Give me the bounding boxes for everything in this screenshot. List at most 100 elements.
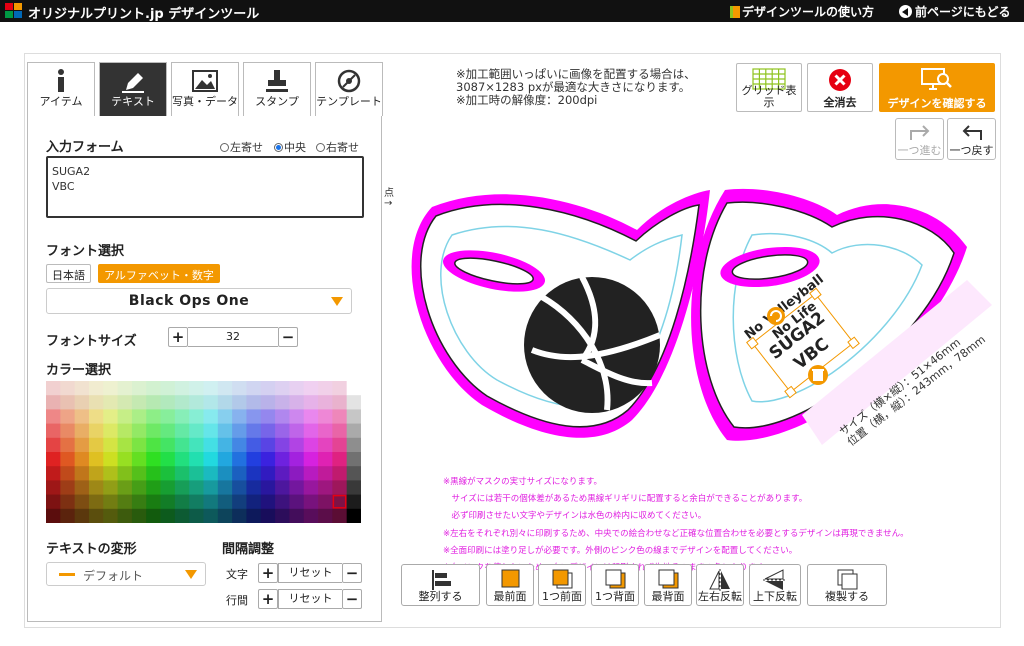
- color-palette[interactable]: [46, 381, 361, 523]
- color-swatch[interactable]: [160, 494, 176, 510]
- color-swatch[interactable]: [174, 395, 190, 410]
- color-swatch[interactable]: [275, 437, 290, 453]
- color-swatch[interactable]: [332, 409, 348, 424]
- color-swatch[interactable]: [117, 423, 133, 439]
- color-swatch[interactable]: [88, 480, 104, 495]
- color-swatch[interactable]: [174, 466, 190, 481]
- color-swatch[interactable]: [60, 452, 76, 467]
- color-swatch[interactable]: [303, 508, 319, 523]
- flip-horizontal-button[interactable]: 左右反転: [696, 564, 744, 606]
- text-transform-dropdown[interactable]: デフォルト: [46, 562, 206, 586]
- color-swatch[interactable]: [203, 409, 219, 424]
- color-swatch[interactable]: [275, 395, 290, 410]
- color-swatch[interactable]: [275, 409, 290, 424]
- color-swatch[interactable]: [88, 409, 104, 424]
- color-swatch[interactable]: [217, 508, 233, 523]
- color-swatch[interactable]: [232, 508, 247, 523]
- color-swatch[interactable]: [131, 452, 147, 467]
- color-swatch[interactable]: [203, 466, 219, 481]
- color-swatch[interactable]: [346, 452, 361, 467]
- color-swatch[interactable]: [303, 423, 319, 439]
- font-size-value[interactable]: 32: [188, 327, 278, 347]
- color-swatch[interactable]: [217, 466, 233, 481]
- color-swatch[interactable]: [260, 494, 276, 510]
- color-swatch[interactable]: [88, 381, 104, 396]
- color-swatch[interactable]: [217, 452, 233, 467]
- color-swatch[interactable]: [174, 437, 190, 453]
- color-swatch[interactable]: [289, 395, 305, 410]
- clear-all-button[interactable]: 全消去: [807, 63, 873, 112]
- color-swatch[interactable]: [117, 452, 133, 467]
- color-swatch[interactable]: [189, 423, 204, 439]
- char-spacing-minus-button[interactable]: −: [342, 563, 362, 583]
- color-swatch[interactable]: [289, 409, 305, 424]
- color-swatch[interactable]: [60, 437, 76, 453]
- color-swatch[interactable]: [46, 409, 61, 424]
- color-swatch[interactable]: [60, 494, 76, 510]
- design-canvas[interactable]: No Volleyball No Life SUGA2 VBC サイズ（横×縦）…: [392, 185, 992, 455]
- undo-button[interactable]: 一つ戻す: [947, 118, 996, 160]
- color-swatch[interactable]: [303, 409, 319, 424]
- color-swatch[interactable]: [88, 494, 104, 510]
- color-swatch[interactable]: [146, 494, 161, 510]
- color-swatch[interactable]: [74, 452, 90, 467]
- color-swatch[interactable]: [232, 395, 247, 410]
- font-size-minus-button[interactable]: −: [278, 327, 298, 347]
- color-swatch[interactable]: [246, 508, 262, 523]
- tab-template[interactable]: テンプレート: [315, 62, 383, 116]
- align-left-radio[interactable]: 左寄せ: [220, 139, 263, 155]
- color-swatch[interactable]: [260, 437, 276, 453]
- color-swatch[interactable]: [103, 409, 118, 424]
- color-swatch[interactable]: [203, 452, 219, 467]
- brand-title[interactable]: オリジナルプリント.jp デザインツール: [28, 3, 259, 22]
- color-swatch[interactable]: [74, 508, 90, 523]
- color-swatch[interactable]: [88, 452, 104, 467]
- color-swatch[interactable]: [160, 395, 176, 410]
- color-swatch[interactable]: [246, 466, 262, 481]
- color-swatch[interactable]: [174, 381, 190, 396]
- color-swatch[interactable]: [60, 395, 76, 410]
- color-swatch[interactable]: [289, 437, 305, 453]
- color-swatch[interactable]: [189, 466, 204, 481]
- color-swatch[interactable]: [318, 452, 333, 467]
- color-swatch[interactable]: [46, 452, 61, 467]
- color-swatch[interactable]: [332, 466, 348, 481]
- color-swatch[interactable]: [131, 508, 147, 523]
- color-swatch[interactable]: [318, 437, 333, 453]
- color-swatch[interactable]: [346, 409, 361, 424]
- color-swatch[interactable]: [131, 437, 147, 453]
- char-spacing-plus-button[interactable]: +: [258, 563, 278, 583]
- color-swatch[interactable]: [46, 395, 61, 410]
- color-swatch[interactable]: [332, 437, 348, 453]
- color-swatch[interactable]: [260, 466, 276, 481]
- color-swatch[interactable]: [217, 423, 233, 439]
- how-to-link[interactable]: デザインツールの使い方: [730, 3, 874, 20]
- color-swatch[interactable]: [46, 494, 61, 510]
- color-swatch[interactable]: [74, 466, 90, 481]
- color-swatch[interactable]: [174, 409, 190, 424]
- color-swatch[interactable]: [303, 395, 319, 410]
- color-swatch[interactable]: [289, 452, 305, 467]
- color-swatch[interactable]: [346, 480, 361, 495]
- color-swatch[interactable]: [203, 494, 219, 510]
- color-swatch[interactable]: [346, 494, 361, 510]
- color-swatch[interactable]: [232, 409, 247, 424]
- color-swatch[interactable]: [189, 452, 204, 467]
- flip-vertical-button[interactable]: 上下反転: [749, 564, 801, 606]
- color-swatch[interactable]: [160, 381, 176, 396]
- color-swatch[interactable]: [332, 452, 348, 467]
- color-swatch[interactable]: [346, 381, 361, 396]
- color-swatch[interactable]: [103, 466, 118, 481]
- tab-text[interactable]: テキスト: [99, 62, 167, 116]
- color-swatch[interactable]: [174, 480, 190, 495]
- color-swatch[interactable]: [131, 395, 147, 410]
- color-swatch[interactable]: [275, 466, 290, 481]
- color-swatch[interactable]: [332, 480, 348, 495]
- color-swatch[interactable]: [103, 494, 118, 510]
- color-swatch[interactable]: [303, 452, 319, 467]
- color-swatch[interactable]: [346, 466, 361, 481]
- color-swatch[interactable]: [332, 508, 348, 523]
- color-swatch[interactable]: [232, 494, 247, 510]
- color-swatch[interactable]: [60, 508, 76, 523]
- color-swatch[interactable]: [303, 381, 319, 396]
